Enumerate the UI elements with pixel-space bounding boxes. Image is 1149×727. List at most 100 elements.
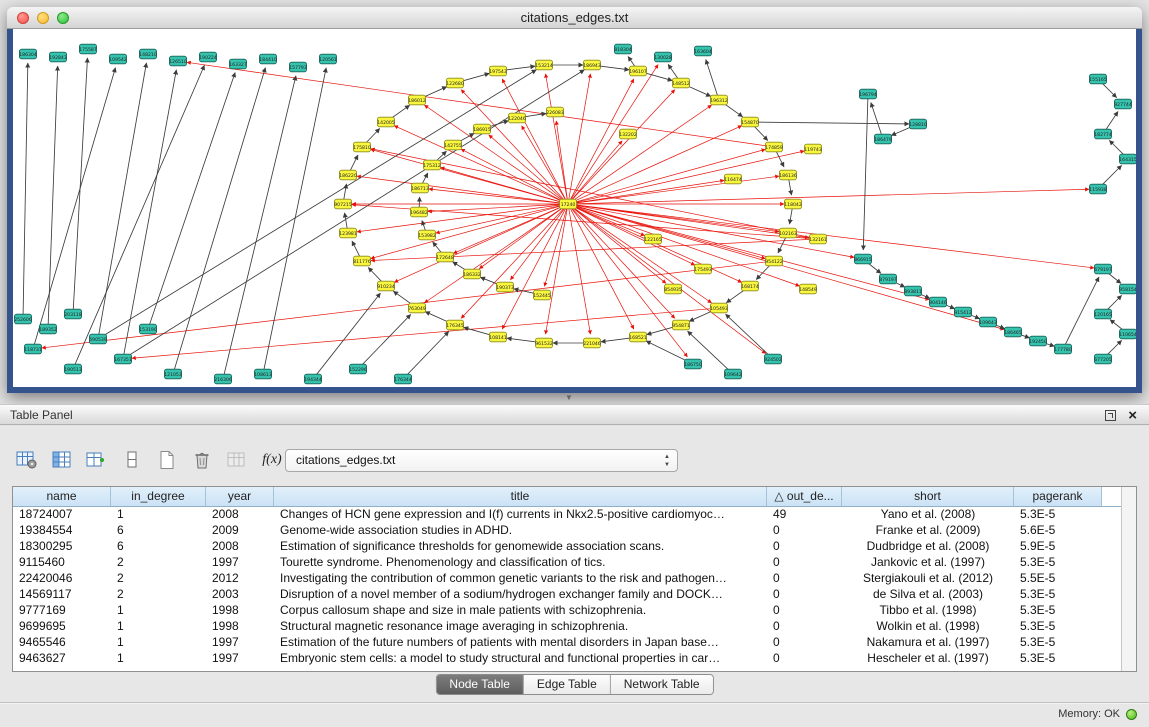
trash-icon[interactable]: [189, 448, 215, 472]
graph-node[interactable]: 197543: [489, 66, 507, 76]
table-row[interactable]: 946362711997Embryonic stem cells: a mode…: [13, 651, 1123, 667]
float-panel-icon[interactable]: [1105, 410, 1116, 421]
graph-node[interactable]: 155165: [1089, 74, 1107, 84]
graph-node[interactable]: 866915: [854, 254, 872, 264]
graph-node[interactable]: 142755: [444, 140, 462, 150]
graph-node[interactable]: 154870: [741, 117, 759, 127]
graph-node[interactable]: 907215: [334, 199, 352, 209]
graph-node[interactable]: 927744: [1114, 99, 1132, 109]
graph-node[interactable]: 163327: [229, 59, 247, 69]
graph-node[interactable]: 128810: [909, 119, 927, 129]
graph-node[interactable]: 186943: [583, 60, 601, 70]
table-row[interactable]: 969969511998Structural magnetic resonanc…: [13, 619, 1123, 635]
graph-node[interactable]: 118731: [24, 344, 42, 354]
graph-node[interactable]: 176345: [446, 320, 464, 330]
graph-node[interactable]: 186479: [874, 134, 892, 144]
column-header-year[interactable]: year: [206, 487, 274, 506]
column-header-title[interactable]: title: [274, 487, 767, 506]
graph-node[interactable]: 120561: [319, 54, 337, 64]
table-row[interactable]: 1456911722003Disruption of a novel membe…: [13, 587, 1123, 603]
graph-node[interactable]: 196482: [410, 207, 428, 217]
graph-node[interactable]: 189352: [39, 324, 57, 334]
column-header-in_degree[interactable]: in_degree: [111, 487, 206, 506]
graph-node[interactable]: 924502: [764, 354, 782, 364]
graph-node[interactable]: 105493: [710, 303, 728, 313]
show-columns-icon[interactable]: [49, 448, 75, 472]
graph-node[interactable]: 915412: [954, 307, 972, 317]
graph-node[interactable]: 142005: [377, 117, 395, 127]
table-row[interactable]: 2242004622012Investigating the contribut…: [13, 571, 1123, 587]
graph-node[interactable]: 108613: [254, 369, 272, 379]
graph-node[interactable]: 175587: [79, 44, 97, 54]
graph-node[interactable]: 126510: [169, 56, 187, 66]
graph-node[interactable]: 216306: [214, 374, 232, 384]
graph-node[interactable]: 186304: [19, 49, 37, 59]
import-table-icon[interactable]: [224, 448, 250, 472]
table-row[interactable]: 1830029562008Estimation of significance …: [13, 539, 1123, 555]
graph-node[interactable]: 904146: [929, 297, 947, 307]
graph-node[interactable]: 132202: [619, 129, 637, 139]
network-table-select[interactable]: citations_edges.txt ▲▼: [285, 449, 678, 472]
column-header-short[interactable]: short: [842, 487, 1014, 506]
graph-node[interactable]: 954122: [765, 256, 783, 266]
graph-node[interactable]: 122680: [446, 78, 464, 88]
graph-node[interactable]: 192843: [49, 52, 67, 62]
graph-node[interactable]: 186915: [473, 124, 491, 134]
graph-node[interactable]: 109642: [724, 369, 742, 379]
graph-node[interactable]: 893811: [904, 286, 922, 296]
graph-node[interactable]: 879197: [879, 274, 897, 284]
graph-node[interactable]: 122046: [508, 113, 526, 123]
table-options-icon[interactable]: [14, 448, 40, 472]
graph-node[interactable]: 763049: [408, 303, 426, 313]
graph-node[interactable]: 153982: [418, 230, 436, 240]
graph-node[interactable]: 203118: [64, 309, 82, 319]
tab-edge-table[interactable]: Edge Table: [524, 675, 611, 694]
graph-node[interactable]: 119743: [804, 144, 822, 154]
graph-node[interactable]: 252606: [14, 314, 32, 324]
graph-node[interactable]: 152445: [533, 290, 551, 300]
graph-node[interactable]: 120165: [1094, 309, 1112, 319]
table-row[interactable]: 911546021997Tourette syndrome. Phenomeno…: [13, 555, 1123, 571]
graph-node[interactable]: 102163: [779, 228, 797, 238]
graph-node[interactable]: 184410: [259, 54, 277, 64]
graph-node[interactable]: 954871: [672, 320, 690, 330]
graph-node[interactable]: 961532: [535, 338, 553, 348]
graph-node[interactable]: 186750: [684, 359, 702, 369]
graph-node[interactable]: 679197: [1094, 264, 1112, 274]
graph-node[interactable]: 175312: [423, 160, 441, 170]
graph-node[interactable]: 192450: [1029, 336, 1047, 346]
graph-node[interactable]: 854935: [664, 284, 682, 294]
graph-node[interactable]: 157793: [289, 62, 307, 72]
graph-node[interactable]: 190224: [199, 52, 217, 62]
graph-node[interactable]: 811776: [353, 256, 371, 266]
graph-node[interactable]: 226083: [546, 107, 564, 117]
graph-node[interactable]: 110654: [1119, 329, 1136, 339]
graph-node[interactable]: 186012: [408, 95, 426, 105]
tab-node-table[interactable]: Node Table: [436, 675, 524, 694]
graph-node[interactable]: 182774: [1094, 129, 1112, 139]
add-column-icon[interactable]: [84, 448, 110, 472]
function-builder-icon[interactable]: f(x): [259, 448, 285, 472]
graph-node[interactable]: 164315: [1119, 154, 1136, 164]
graph-node[interactable]: 910234: [377, 281, 395, 291]
graph-node[interactable]: 123981: [339, 228, 357, 238]
column-header-name[interactable]: name: [13, 487, 111, 506]
memory-status-icon[interactable]: [1126, 709, 1137, 720]
graph-node[interactable]: 109643: [979, 317, 997, 327]
graph-node[interactable]: 677205: [1094, 354, 1112, 364]
table-vertical-scrollbar[interactable]: [1121, 487, 1136, 671]
graph-node[interactable]: 108141: [489, 332, 507, 342]
graph-node[interactable]: 168174: [741, 281, 759, 291]
close-panel-icon[interactable]: ×: [1128, 409, 1137, 422]
graph-node[interactable]: 190373: [496, 282, 514, 292]
panel-divider-handle[interactable]: ▼: [560, 393, 578, 403]
new-file-icon[interactable]: [154, 448, 180, 472]
window-titlebar[interactable]: citations_edges.txt: [7, 7, 1142, 29]
graph-node[interactable]: 175810: [353, 142, 371, 152]
graph-node[interactable]: 167351: [114, 354, 132, 364]
graph-node[interactable]: 186713: [411, 183, 429, 193]
graph-node[interactable]: 121053: [164, 369, 182, 379]
graph-node[interactable]: 115938: [1089, 184, 1107, 194]
graph-node[interactable]: 590539: [89, 334, 107, 344]
graph-node[interactable]: 153190: [139, 324, 157, 334]
